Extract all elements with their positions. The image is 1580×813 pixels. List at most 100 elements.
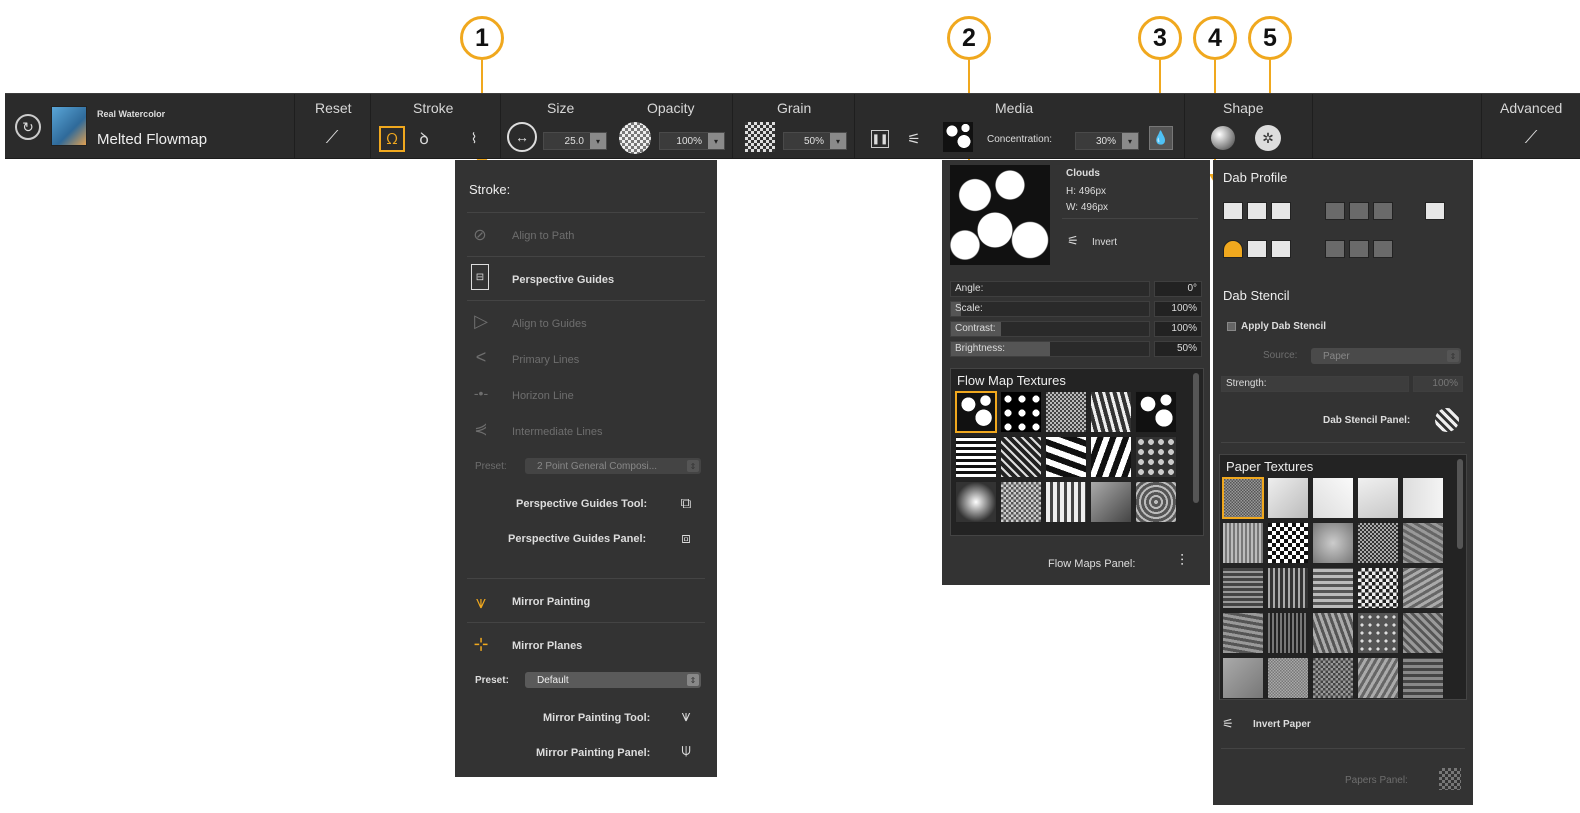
paper-texture-thumb[interactable] <box>1402 522 1444 564</box>
flow-texture-thumb[interactable] <box>1135 436 1177 478</box>
apply-stencil-checkbox[interactable] <box>1227 322 1236 331</box>
paper-texture-thumb[interactable] <box>1222 657 1264 699</box>
angle-value[interactable]: 0° <box>1154 281 1202 297</box>
paper-texture-thumb[interactable] <box>1312 522 1354 564</box>
dab-profile-option[interactable] <box>1349 240 1369 258</box>
invert-icon[interactable]: ⚟ <box>1064 232 1082 250</box>
brightness-value[interactable]: 50% <box>1154 341 1202 357</box>
paper-texture-thumb[interactable] <box>1312 657 1354 699</box>
flow-map-texture-icon[interactable] <box>943 122 973 152</box>
flow-texture-thumb[interactable] <box>1045 391 1087 433</box>
size-dropdown-icon[interactable]: ▾ <box>590 133 606 149</box>
paper-texture-thumb[interactable] <box>1267 522 1309 564</box>
paper-texture-thumb[interactable] <box>1357 657 1399 699</box>
flow-maps-panel-icon[interactable]: ⫶ <box>1170 550 1194 574</box>
reset-brush-icon[interactable]: ⟋ <box>321 126 343 148</box>
flow-texture-thumb[interactable] <box>955 391 997 433</box>
dab-profile-option[interactable] <box>1325 240 1345 258</box>
paper-texture-thumb[interactable] <box>1357 522 1399 564</box>
paper-texture-thumb[interactable] <box>1222 567 1264 609</box>
mirror-painting-label[interactable]: Mirror Painting <box>512 596 590 608</box>
flow-texture-thumb[interactable] <box>955 481 997 523</box>
paper-texture-thumb[interactable] <box>1402 477 1444 519</box>
scale-slider[interactable]: Scale: <box>950 301 1150 317</box>
grain-field[interactable]: 50% ▾ <box>783 132 847 150</box>
paper-texture-thumb[interactable] <box>1312 567 1354 609</box>
paper-texture-thumb[interactable] <box>1222 522 1264 564</box>
flow-texture-thumb[interactable] <box>1090 436 1132 478</box>
paper-texture-thumb[interactable] <box>1402 657 1444 699</box>
perspective-tool-icon[interactable]: ⧉ <box>675 492 697 514</box>
dab-profile-option[interactable] <box>1373 240 1393 258</box>
perspective-guides-icon[interactable]: ⊟ <box>471 264 489 290</box>
grain-dropdown-icon[interactable]: ▾ <box>830 133 846 149</box>
opacity-icon[interactable] <box>619 122 651 154</box>
paper-texture-thumb[interactable] <box>1222 612 1264 654</box>
invert-label[interactable]: Invert <box>1092 237 1117 248</box>
size-field[interactable]: 25.0 ▾ <box>543 132 607 150</box>
freehand-stroke-icon[interactable]: ᘯ <box>379 126 405 152</box>
flow-textures-scrollbar[interactable] <box>1193 373 1199 503</box>
dab-stencil-icon[interactable]: ✲ <box>1255 125 1281 151</box>
mirror-tool-icon[interactable]: ⩛ <box>675 706 697 728</box>
apply-stencil-label[interactable]: Apply Dab Stencil <box>1241 321 1326 332</box>
paper-texture-thumb[interactable] <box>1357 612 1399 654</box>
contrast-slider[interactable]: Contrast: <box>950 321 1150 337</box>
flow-texture-thumb[interactable] <box>1090 391 1132 433</box>
water-drop-icon[interactable]: 💧 <box>1149 126 1173 150</box>
scale-value[interactable]: 100% <box>1154 301 1202 317</box>
paper-texture-thumb[interactable] <box>1402 567 1444 609</box>
perspective-guides-label[interactable]: Perspective Guides <box>512 274 614 286</box>
dab-profile-option[interactable] <box>1247 202 1267 220</box>
paper-texture-thumb[interactable] <box>1357 477 1399 519</box>
dab-profile-option[interactable] <box>1223 202 1243 220</box>
flow-texture-thumb[interactable] <box>1135 391 1177 433</box>
concentration-dropdown-icon[interactable]: ▾ <box>1122 133 1138 149</box>
mirror-preset-select[interactable]: Default ⇕ <box>525 672 701 688</box>
mirror-planes-label[interactable]: Mirror Planes <box>512 640 582 652</box>
grain-texture-icon[interactable] <box>745 122 775 152</box>
flow-texture-thumb[interactable] <box>1000 481 1042 523</box>
opacity-dropdown-icon[interactable]: ▾ <box>708 133 724 149</box>
dab-profile-icon[interactable] <box>1211 126 1235 150</box>
dab-profile-option[interactable] <box>1271 240 1291 258</box>
stroke-options-icon[interactable]: ⌇ <box>463 126 485 150</box>
paper-texture-thumb[interactable] <box>1267 657 1309 699</box>
flow-texture-thumb[interactable] <box>1090 481 1132 523</box>
mirror-painting-icon[interactable]: ⩛ <box>469 590 493 614</box>
paper-texture-thumb[interactable] <box>1267 612 1309 654</box>
stencil-panel-icon[interactable] <box>1435 408 1459 432</box>
angle-slider[interactable]: Angle: <box>950 281 1150 297</box>
flow-texture-thumb[interactable] <box>1000 391 1042 433</box>
invert-paper-label[interactable]: Invert Paper <box>1253 719 1311 730</box>
contrast-value[interactable]: 100% <box>1154 321 1202 337</box>
flow-texture-thumb[interactable] <box>1045 436 1087 478</box>
perspective-panel-icon[interactable]: ⧈ <box>675 527 697 549</box>
pause-icon[interactable]: ❚❚ <box>871 130 889 148</box>
brush-thumbnail[interactable] <box>51 106 87 146</box>
dab-profile-option[interactable] <box>1349 202 1369 220</box>
mirror-panel-icon[interactable]: ⍦ <box>675 740 697 762</box>
dab-profile-option[interactable] <box>1325 202 1345 220</box>
paper-texture-thumb[interactable] <box>1312 612 1354 654</box>
flow-texture-thumb[interactable] <box>1045 481 1087 523</box>
brightness-slider[interactable]: Brightness: <box>950 341 1150 357</box>
opacity-field[interactable]: 100% ▾ <box>659 132 725 150</box>
dab-profile-option[interactable] <box>1271 202 1291 220</box>
size-icon[interactable]: ↔ <box>507 122 537 152</box>
advanced-brush-icon[interactable]: ⟋ <box>1520 126 1542 148</box>
dab-profile-option[interactable] <box>1247 240 1267 258</box>
paper-texture-thumb[interactable] <box>1267 567 1309 609</box>
paper-texture-thumb[interactable] <box>1222 477 1264 519</box>
paper-texture-thumb[interactable] <box>1357 567 1399 609</box>
dab-profile-option[interactable] <box>1373 202 1393 220</box>
flow-invert-icon[interactable]: ⚟ <box>903 128 925 150</box>
paper-texture-thumb[interactable] <box>1402 612 1444 654</box>
flow-texture-thumb[interactable] <box>1135 481 1177 523</box>
dab-profile-option[interactable] <box>1425 202 1445 220</box>
paper-texture-thumb[interactable] <box>1312 477 1354 519</box>
straight-stroke-icon[interactable]: ꝺ <box>413 126 435 150</box>
flow-texture-thumb[interactable] <box>1000 436 1042 478</box>
flow-texture-thumb[interactable] <box>955 436 997 478</box>
paper-texture-thumb[interactable] <box>1267 477 1309 519</box>
